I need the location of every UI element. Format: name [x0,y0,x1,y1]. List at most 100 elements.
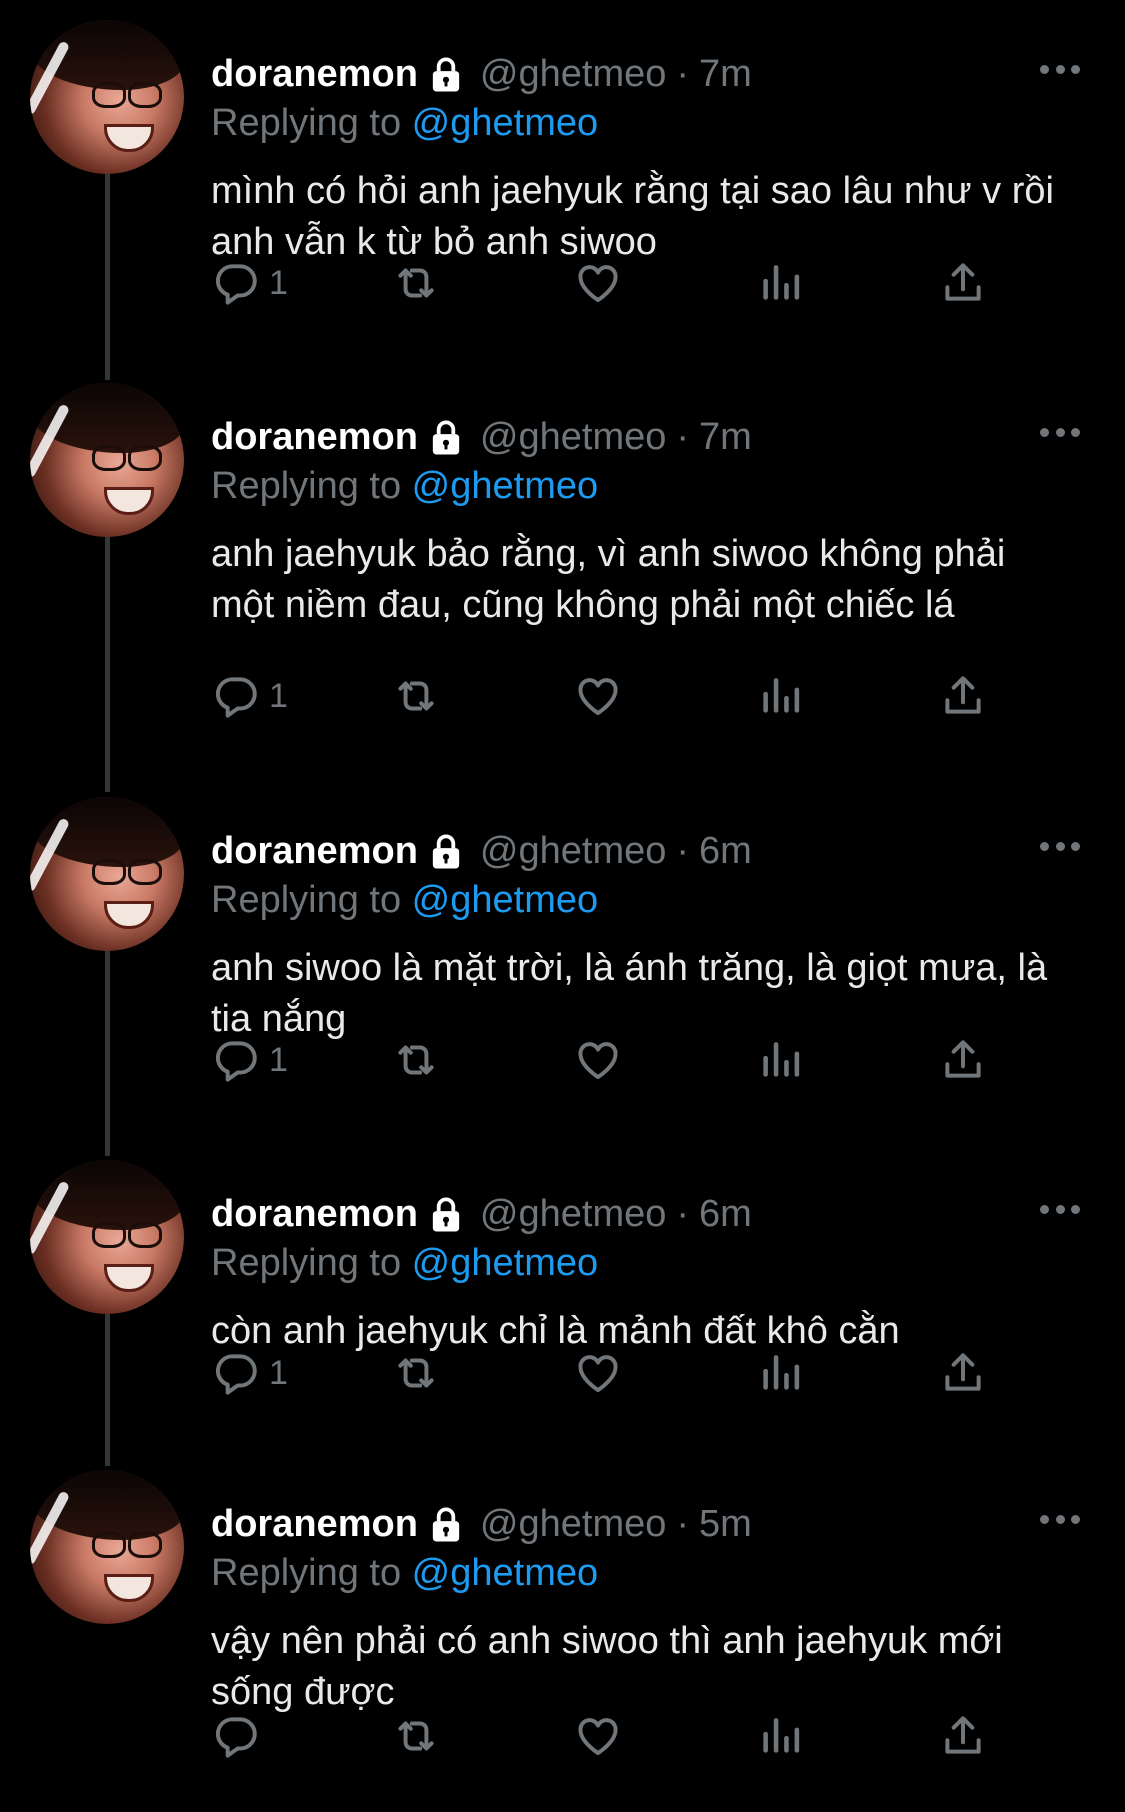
more-icon[interactable] [1040,425,1080,439]
views-button[interactable] [755,1032,805,1088]
tweet-header: doranemon @ghetmeo · 7m [211,50,752,98]
avatar[interactable] [30,20,184,174]
replying-to: Replying to @ghetmeo [211,100,598,146]
lock-icon [428,418,464,456]
timestamp[interactable]: 7m [699,50,752,98]
username-handle[interactable]: @ghetmeo [480,413,666,461]
reply-button[interactable]: 1 [211,668,288,724]
replying-to-label: Replying to [211,1552,412,1594]
like-icon [573,1348,623,1398]
share-button[interactable] [938,255,988,311]
reply-button[interactable] [211,1708,269,1764]
reply-icon [211,671,261,721]
like-button[interactable] [573,1032,623,1088]
tweet-actions: 1 [211,1345,1041,1401]
reply-mention-link[interactable]: @ghetmeo [412,1242,598,1284]
lock-icon [428,1195,464,1233]
retweet-icon [391,1348,441,1398]
reply-button[interactable]: 1 [211,255,288,311]
reply-count: 1 [269,1353,288,1392]
like-icon [573,258,623,308]
reply-count: 1 [269,263,288,302]
reply-button[interactable]: 1 [211,1345,288,1401]
avatar[interactable] [30,1470,184,1624]
views-button[interactable] [755,668,805,724]
tweet[interactable]: doranemon @ghetmeo · 7m Replying to @ghetmeo… [0,20,1125,343]
like-icon [573,1711,623,1761]
replying-to-label: Replying to [211,1242,412,1284]
tweet-header: doranemon @ghetmeo · 7m [211,413,752,461]
username-handle[interactable]: @ghetmeo [480,827,666,875]
retweet-button[interactable] [391,1345,441,1401]
like-button[interactable] [573,1708,623,1764]
timestamp[interactable]: 6m [699,1190,752,1238]
display-name[interactable]: doranemon [211,413,418,461]
share-icon [938,1035,988,1085]
like-icon [573,671,623,721]
reply-mention-link[interactable]: @ghetmeo [412,879,598,921]
reply-mention-link[interactable]: @ghetmeo [412,465,598,507]
more-icon[interactable] [1040,1202,1080,1216]
tweet-text: mình có hỏi anh jaehyuk rằng tại sao lâu… [211,170,1054,263]
more-icon[interactable] [1040,1512,1080,1526]
reply-count: 1 [269,676,288,715]
share-icon [938,1348,988,1398]
more-icon[interactable] [1040,839,1080,853]
tweet[interactable]: doranemon @ghetmeo · 6m Replying to @ghetmeo… [0,797,1125,1120]
share-button[interactable] [938,668,988,724]
retweet-button[interactable] [391,255,441,311]
tweet-text: anh jaehyuk bảo rằng, vì anh siwoo không… [211,533,1006,626]
replying-to: Replying to @ghetmeo [211,1240,598,1286]
like-button[interactable] [573,255,623,311]
display-name[interactable]: doranemon [211,1190,418,1238]
tweet[interactable]: doranemon @ghetmeo · 7m Replying to @ghetmeo… [0,383,1125,756]
share-icon [938,258,988,308]
views-button[interactable] [755,255,805,311]
username-handle[interactable]: @ghetmeo [480,1500,666,1548]
tweet-header: doranemon @ghetmeo · 6m [211,827,752,875]
share-button[interactable] [938,1345,988,1401]
reply-button[interactable]: 1 [211,1032,288,1088]
like-button[interactable] [573,668,623,724]
retweet-icon [391,258,441,308]
retweet-button[interactable] [391,668,441,724]
tweet[interactable]: doranemon @ghetmeo · 5m Replying to @ghetmeo… [0,1470,1125,1796]
share-button[interactable] [938,1708,988,1764]
views-button[interactable] [755,1345,805,1401]
reply-mention-link[interactable]: @ghetmeo [412,1552,598,1594]
replying-to-label: Replying to [211,465,412,507]
views-button[interactable] [755,1708,805,1764]
like-button[interactable] [573,1345,623,1401]
retweet-icon [391,1711,441,1761]
share-button[interactable] [938,1032,988,1088]
tweet-actions: 1 [211,668,1041,724]
avatar[interactable] [30,383,184,537]
timestamp[interactable]: 7m [699,413,752,461]
display-name[interactable]: doranemon [211,827,418,875]
timestamp[interactable]: 5m [699,1500,752,1548]
tweet-actions: 1 [211,1032,1041,1088]
timestamp[interactable]: 6m [699,827,752,875]
reply-count: 1 [269,1040,288,1079]
retweet-button[interactable] [391,1032,441,1088]
replying-to: Replying to @ghetmeo [211,877,598,923]
replying-to: Replying to @ghetmeo [211,1550,598,1596]
lock-icon [428,832,464,870]
display-name[interactable]: doranemon [211,1500,418,1548]
tweet-text: vậy nên phải có anh siwoo thì anh jaehyu… [211,1620,1003,1713]
username-handle[interactable]: @ghetmeo [480,50,666,98]
reply-icon [211,1711,261,1761]
views-icon [755,671,805,721]
reply-mention-link[interactable]: @ghetmeo [412,102,598,144]
avatar[interactable] [30,797,184,951]
display-name[interactable]: doranemon [211,50,418,98]
username-handle[interactable]: @ghetmeo [480,1190,666,1238]
views-icon [755,1348,805,1398]
tweet[interactable]: doranemon @ghetmeo · 6m Replying to @ghetmeo… [0,1160,1125,1433]
share-icon [938,671,988,721]
more-icon[interactable] [1040,62,1080,76]
tweet-text: anh siwoo là mặt trời, là ánh trăng, là … [211,947,1048,1040]
share-icon [938,1711,988,1761]
avatar[interactable] [30,1160,184,1314]
retweet-button[interactable] [391,1708,441,1764]
